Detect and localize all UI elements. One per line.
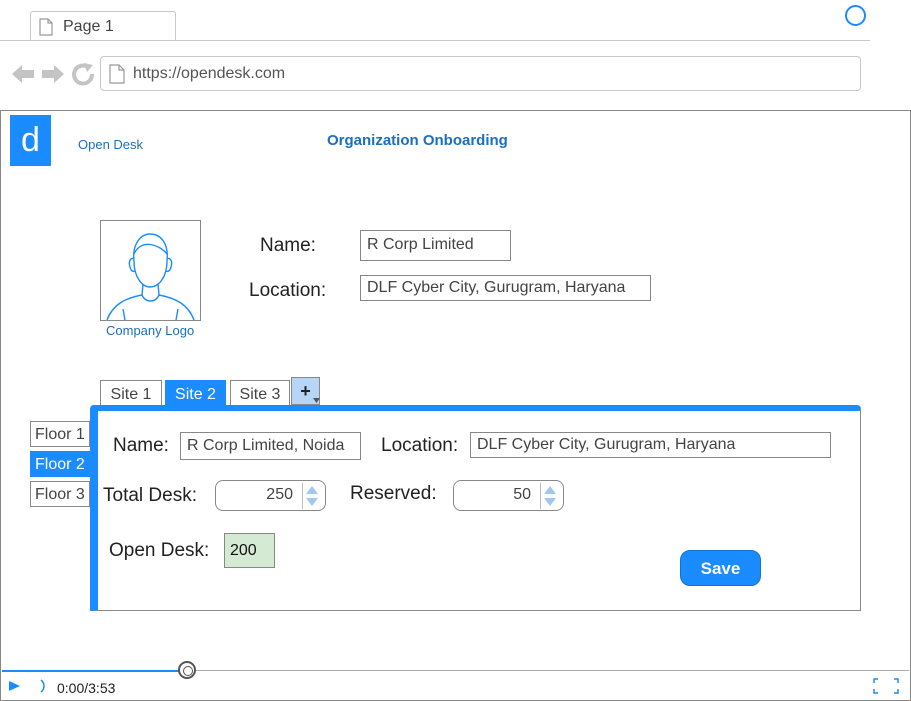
back-arrow-icon[interactable] (12, 65, 34, 83)
floor-item-2[interactable]: Floor 2 (30, 451, 90, 477)
play-icon[interactable] (8, 680, 22, 692)
company-logo-caption: Company Logo (106, 323, 195, 338)
decrement-icon[interactable] (306, 498, 318, 506)
floor-item-3[interactable]: Floor 3 (30, 481, 90, 507)
url-text: https://opendesk.com (133, 65, 286, 82)
media-scrubber[interactable] (178, 661, 196, 679)
forward-arrow-icon[interactable] (42, 65, 64, 83)
site-location-field[interactable]: DLF Cyber City, Gurugram, Haryana (470, 432, 831, 458)
org-location-label: Location: (249, 280, 327, 301)
add-site-label: + (300, 381, 311, 401)
site-location-label: Location: (381, 435, 459, 456)
browser-tab[interactable]: Page 1 (30, 11, 176, 41)
site-name-label: Name: (113, 435, 169, 456)
media-progress-played (2, 670, 188, 672)
user-avatar-icon (106, 233, 195, 321)
org-name-field[interactable]: R Corp Limited (360, 230, 511, 261)
increment-icon[interactable] (544, 486, 556, 494)
add-site-button[interactable]: + (291, 377, 320, 405)
reserved-stepper[interactable]: 50 (453, 480, 564, 511)
decrement-icon[interactable] (544, 498, 556, 506)
total-desk-stepper[interactable]: 250 (215, 480, 326, 511)
fullscreen-icon[interactable] (873, 678, 899, 694)
org-name-label: Name: (260, 235, 316, 256)
stepper-arrows[interactable] (540, 483, 559, 509)
reload-icon[interactable] (72, 63, 94, 86)
brand-name: Open Desk (78, 137, 144, 152)
company-logo-upload[interactable] (100, 220, 201, 321)
media-progress-track[interactable] (188, 670, 909, 671)
open-desk-value: 200 (224, 533, 275, 568)
page-icon (109, 64, 125, 84)
tab-site-1[interactable]: Site 1 (100, 380, 162, 407)
stepper-arrows[interactable] (302, 483, 321, 509)
window-circle-button[interactable] (845, 5, 866, 26)
increment-icon[interactable] (306, 486, 318, 494)
page-title: Organization Onboarding (327, 132, 508, 149)
open-desk-label: Open Desk: (109, 540, 210, 561)
media-time: 0:00/3:53 (57, 680, 116, 696)
app-logo: d (10, 115, 51, 166)
reserved-label: Reserved: (350, 483, 437, 504)
address-bar[interactable]: https://opendesk.com (100, 56, 861, 91)
total-desk-label: Total Desk: (103, 485, 197, 506)
dropdown-triangle-icon (313, 398, 320, 403)
tab-site-3[interactable]: Site 3 (230, 380, 290, 407)
floor-item-1[interactable]: Floor 1 (30, 421, 90, 447)
site-name-field[interactable]: R Corp Limited, Noida (180, 432, 361, 460)
page-icon (39, 18, 53, 36)
reserved-value: 50 (513, 486, 531, 503)
save-button[interactable]: Save (680, 550, 761, 586)
tab-site-2[interactable]: Site 2 (165, 380, 226, 407)
nav-buttons (12, 63, 94, 86)
tab-divider (0, 40, 870, 41)
browser-tab-title: Page 1 (63, 18, 114, 35)
total-desk-value: 250 (266, 486, 293, 503)
volume-icon[interactable] (38, 678, 48, 694)
org-location-field[interactable]: DLF Cyber City, Gurugram, Haryana (360, 275, 651, 301)
